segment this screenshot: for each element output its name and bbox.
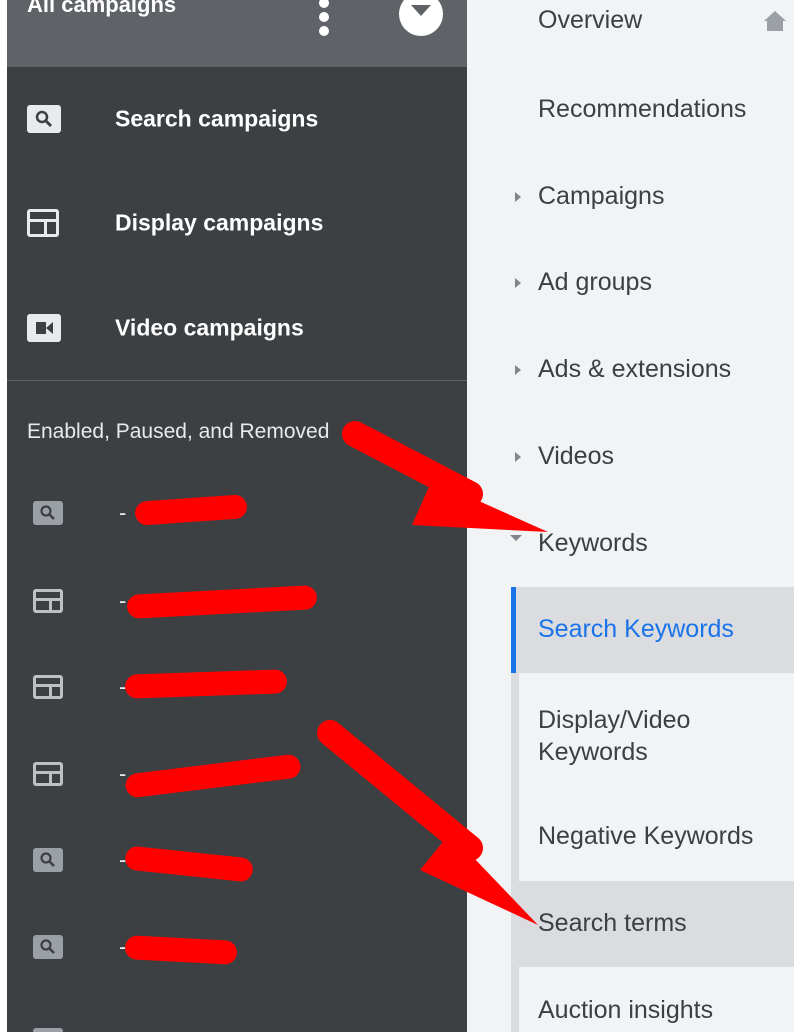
- display-icon: [33, 762, 63, 786]
- nav-label: Keywords: [538, 529, 648, 557]
- campaign-name: -: [119, 588, 127, 613]
- display-icon: [33, 675, 63, 699]
- status-filter-label[interactable]: Enabled, Paused, and Removed: [27, 420, 329, 444]
- subnav-label: Negative Keywords: [538, 822, 754, 850]
- search-campaigns-item[interactable]: Search campaigns: [7, 84, 467, 154]
- expand-caret-icon[interactable]: [515, 365, 521, 375]
- campaign-row[interactable]: -: [7, 917, 467, 977]
- display-campaigns-label: Display campaigns: [115, 209, 324, 236]
- video-campaigns-label: Video campaigns: [115, 314, 304, 341]
- nav-label: Recommendations: [538, 95, 747, 123]
- more-options-icon[interactable]: [319, 0, 329, 36]
- expand-caret-icon[interactable]: [515, 192, 521, 202]
- nav-item-recommendations[interactable]: Recommendations: [467, 85, 794, 135]
- display-icon: [27, 209, 59, 237]
- campaign-picker-panel: All campaigns Search campaigns Display c…: [7, 0, 467, 1032]
- expand-caret-icon[interactable]: [515, 452, 521, 462]
- nav-item-overview[interactable]: Overview: [467, 0, 794, 50]
- all-campaigns-title[interactable]: All campaigns: [27, 0, 176, 18]
- nav-item-keywords[interactable]: Keywords: [467, 519, 794, 569]
- nav-item-campaigns[interactable]: Campaigns: [467, 172, 794, 222]
- subnav-auction-insights[interactable]: Auction insights: [519, 980, 794, 1032]
- active-indicator: [511, 587, 516, 673]
- search-campaigns-label: Search campaigns: [115, 105, 319, 132]
- nav-label: Overview: [538, 6, 643, 34]
- nav-item-ads-extensions[interactable]: Ads & extensions: [467, 345, 794, 395]
- home-icon: [764, 11, 786, 31]
- subnav-search-terms[interactable]: Search terms: [519, 881, 794, 967]
- nav-item-videos[interactable]: Videos: [467, 432, 794, 482]
- campaign-name: -: [119, 500, 127, 525]
- search-icon: [33, 501, 63, 525]
- collapse-dropdown-icon[interactable]: [399, 0, 443, 36]
- nav-item-ad-groups[interactable]: Ad groups: [467, 258, 794, 308]
- video-icon: [27, 314, 61, 342]
- campaign-row[interactable]: [7, 1010, 467, 1032]
- collapse-caret-icon[interactable]: [510, 535, 522, 541]
- subnav-search-keywords[interactable]: Search Keywords: [519, 587, 794, 673]
- subnav-label: Auction insights: [538, 996, 714, 1024]
- search-icon: [27, 105, 61, 133]
- subnav-display-video-keywords[interactable]: Display/Video Keywords: [519, 690, 794, 780]
- nav-label: Campaigns: [538, 182, 665, 210]
- search-icon: [33, 1028, 63, 1032]
- subnav-label: Display/Video Keywords: [538, 706, 691, 766]
- search-icon: [33, 935, 63, 959]
- campaign-picker-header[interactable]: All campaigns: [7, 0, 467, 67]
- nav-label: Videos: [538, 442, 614, 470]
- search-icon: [33, 848, 63, 872]
- subnav-label: Search Keywords: [538, 615, 734, 643]
- divider: [7, 380, 467, 381]
- subnav-label: Search terms: [538, 909, 687, 937]
- subnav-negative-keywords[interactable]: Negative Keywords: [519, 796, 794, 876]
- nav-label: Ads & extensions: [538, 355, 732, 383]
- page-navigation-panel: Overview Recommendations Campaigns Ad gr…: [467, 0, 794, 1032]
- video-campaigns-item[interactable]: Video campaigns: [7, 293, 467, 363]
- expand-caret-icon[interactable]: [515, 278, 521, 288]
- display-campaigns-item[interactable]: Display campaigns: [7, 188, 467, 258]
- display-icon: [33, 589, 63, 613]
- nav-label: Ad groups: [538, 268, 652, 296]
